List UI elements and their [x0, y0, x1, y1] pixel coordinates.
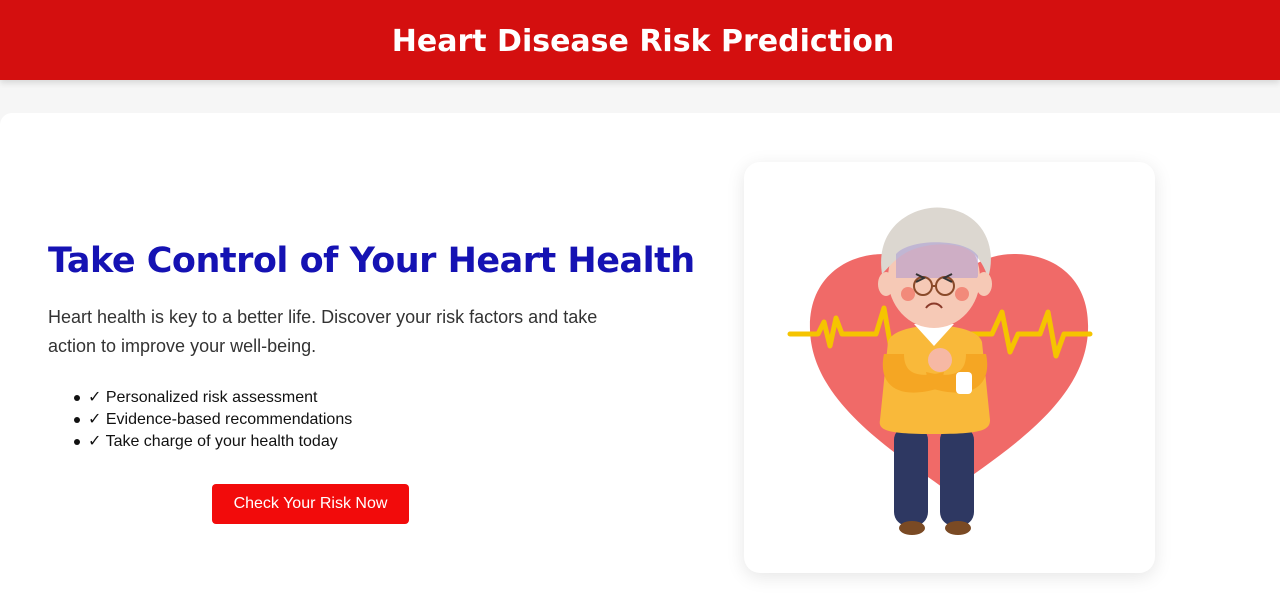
feature-item: ✓ Take charge of your health today: [74, 431, 352, 453]
check-risk-button[interactable]: Check Your Risk Now: [212, 484, 409, 524]
feature-list: ✓ Personalized risk assessment ✓ Evidenc…: [74, 387, 352, 453]
illustration-card: [744, 162, 1155, 573]
hero-description: Heart health is key to a better life. Di…: [48, 307, 598, 356]
feature-item: ✓ Evidence-based recommendations: [74, 409, 352, 431]
elderly-man-heart-pain-icon: [787, 207, 1093, 535]
feature-item: ✓ Personalized risk assessment: [74, 387, 352, 409]
page-title: Heart Disease Risk Prediction: [391, 23, 895, 59]
top-header: Heart Disease Risk Prediction: [0, 0, 1280, 80]
hero-title: Take Control of Your Heart Health: [48, 241, 695, 281]
hero-card: Take Control of Your Heart Health Heart …: [0, 113, 1280, 606]
